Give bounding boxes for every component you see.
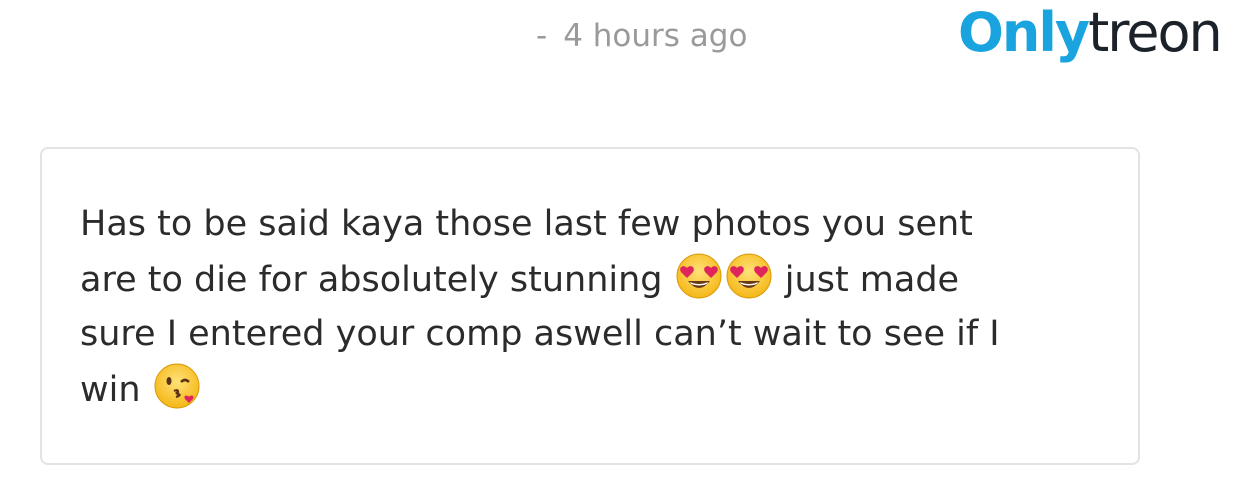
watermark-part-1: Only (958, 1, 1090, 64)
message-line-3: sure I entered your comp aswell can’t wa… (80, 314, 1000, 354)
page: -4 hours ago Onlytreon Has to be said ka… (0, 0, 1242, 481)
message-line-2-start: are to die for absolutely stunning (80, 260, 663, 300)
message-card: Has to be said kaya those last few photo… (40, 147, 1140, 465)
message-line-4: win (80, 370, 141, 410)
watermark-part-2: treon (1088, 1, 1223, 64)
heart-eyes-emoji-icon (724, 251, 774, 301)
kiss-wink-emoji-icon (152, 361, 202, 411)
message-timestamp: -4 hours ago (536, 18, 747, 54)
timestamp-dash: - (536, 18, 548, 54)
timestamp-text: 4 hours ago (563, 18, 748, 54)
message-line-1: Has to be said kaya those last few photo… (80, 204, 973, 244)
message-line-2-end: just made (784, 260, 960, 300)
watermark-logo: Onlytreon (958, 0, 1223, 66)
heart-eyes-emoji-icon (674, 251, 724, 301)
message-body: Has to be said kaya those last few photo… (80, 197, 1120, 417)
